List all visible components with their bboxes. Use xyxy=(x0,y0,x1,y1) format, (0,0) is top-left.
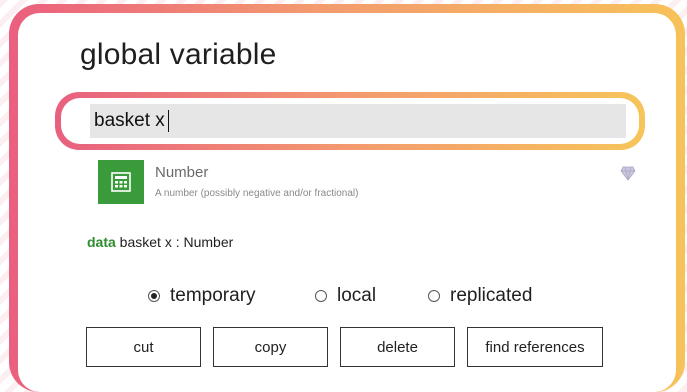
gem-icon xyxy=(620,165,636,186)
declaration-rest: basket x : Number xyxy=(115,234,234,250)
radio-local[interactable]: local xyxy=(315,285,376,307)
text-caret xyxy=(168,110,169,132)
type-option-name[interactable]: Number xyxy=(155,164,208,181)
radio-label: local xyxy=(337,285,377,306)
radio-button[interactable] xyxy=(315,290,327,302)
variable-name-input[interactable] xyxy=(90,104,626,138)
dialog-title: global variable xyxy=(80,38,277,71)
radio-label: replicated xyxy=(450,285,533,306)
copy-button[interactable]: copy xyxy=(213,327,328,367)
cut-button[interactable]: cut xyxy=(86,327,201,367)
declaration-keyword: data xyxy=(87,234,116,250)
declaration-preview: data basket x : Number xyxy=(87,234,233,250)
radio-replicated[interactable]: replicated xyxy=(428,285,532,307)
radio-label: temporary xyxy=(170,285,256,306)
radio-button-selected[interactable] xyxy=(148,290,160,302)
radio-temporary[interactable]: temporary xyxy=(148,285,256,307)
radio-button[interactable] xyxy=(428,290,440,302)
calculator-icon[interactable] xyxy=(98,160,144,204)
find-references-button[interactable]: find references xyxy=(467,327,603,367)
delete-button[interactable]: delete xyxy=(340,327,455,367)
type-option-description: A number (possibly negative and/or fract… xyxy=(155,188,359,199)
